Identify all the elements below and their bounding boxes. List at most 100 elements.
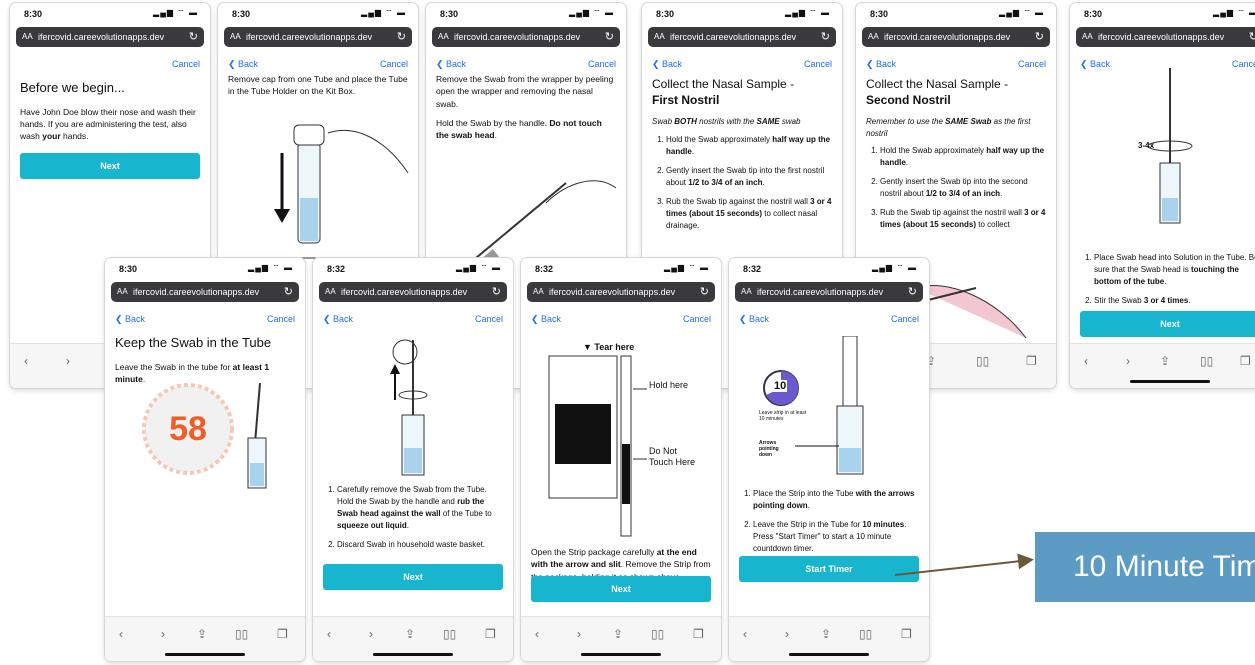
tabs-icon[interactable]: ❐ [693, 627, 704, 641]
steps-list: Carefully remove the Swab from the Tube.… [323, 484, 503, 551]
address-bar[interactable]: AA ifercovid.careevolutionapps.dev ↻ [319, 282, 507, 302]
back-icon[interactable]: ‹ [327, 627, 331, 641]
stir-illustration [1147, 68, 1193, 224]
timer-callout: 10 Minute Timer [1035, 532, 1255, 602]
tabs-icon[interactable]: ❐ [901, 627, 912, 641]
address-bar[interactable]: AA ifercovid.careevolutionapps.dev ↻ [648, 27, 836, 47]
back-link[interactable]: ❮ Back [228, 59, 258, 70]
bookmarks-icon[interactable]: ▯▯ [1200, 354, 1213, 368]
share-icon[interactable]: ⇪ [1160, 354, 1170, 368]
address-bar[interactable]: AA ifercovid.careevolutionapps.dev ↻ [527, 282, 715, 302]
screen-open-strip: 8:32 ▂▄▆ ⌔ ▬ AA ifercovid.careevolutionapp… [521, 258, 721, 661]
back-link[interactable]: ❮ Back [866, 59, 896, 70]
subtitle: Swab BOTH nostrils with the SAME swab [652, 117, 801, 127]
tube-illustration [247, 383, 267, 489]
screen-place-strip: 8:32 ▂▄▆ ⌔ ▬ AA ifercovid.careevolutionapp… [729, 258, 929, 661]
reload-icon[interactable]: ↻ [284, 285, 293, 298]
cancel-link[interactable]: Cancel [804, 59, 832, 69]
forward-icon[interactable]: › [161, 627, 165, 641]
forward-icon[interactable]: › [577, 627, 581, 641]
back-icon[interactable]: ‹ [1084, 354, 1088, 368]
address-bar[interactable]: AA ifercovid.careevolutionapps.dev ↻ [1076, 27, 1255, 47]
instructions: Have John Doe blow their nose and wash t… [20, 106, 196, 142]
start-timer-button[interactable]: Start Timer [739, 556, 919, 582]
back-link[interactable]: ❮ Back [652, 59, 682, 70]
address-bar[interactable]: AA ifercovid.careevolutionapps.dev ↻ [735, 282, 923, 302]
bookmarks-icon[interactable]: ▯▯ [443, 627, 456, 641]
home-indicator [1130, 380, 1210, 383]
page-title: Collect the Nasal Sample - Second Nostril [866, 77, 1009, 107]
back-icon[interactable]: ‹ [119, 627, 123, 641]
cancel-link[interactable]: Cancel [475, 314, 503, 324]
steps-list: Hold the Swab approximately half way up … [652, 134, 832, 232]
cancel-link[interactable]: Cancel [683, 314, 711, 324]
cancel-link[interactable]: Cancel [267, 314, 295, 324]
home-indicator [373, 653, 453, 656]
next-button[interactable]: Next [20, 152, 200, 179]
reload-icon[interactable]: ↻ [700, 285, 709, 298]
countdown-number: 58 [169, 410, 207, 448]
bookmarks-icon[interactable]: ▯▯ [235, 627, 248, 641]
bookmarks-icon[interactable]: ▯▯ [976, 354, 989, 368]
reload-icon[interactable]: ↻ [605, 30, 614, 43]
back-link[interactable]: ❮ Back [739, 314, 769, 325]
next-button[interactable]: Next [1080, 311, 1255, 337]
reload-icon[interactable]: ↻ [189, 30, 198, 43]
steps-list: Place Swab head into Solution in the Tub… [1080, 252, 1255, 307]
cancel-link[interactable]: Cancel [172, 59, 200, 69]
share-icon[interactable]: ⇪ [197, 627, 207, 641]
strip-in-tube-illustration [795, 336, 864, 475]
address-bar[interactable]: AA ifercovid.careevolutionapps.dev ↻ [111, 282, 299, 302]
next-button[interactable]: Next [323, 564, 503, 590]
instructions-1: Remove the Swab from the wrapper by peel… [436, 74, 614, 109]
reload-icon[interactable]: ↻ [492, 285, 501, 298]
squeeze-swab-illustration [390, 339, 428, 476]
reload-icon[interactable]: ↻ [397, 30, 406, 43]
screen-keep-swab: 8:30 ▂▄▆ ⌔ ▬ AA ifercovid.careevolutionapp… [105, 258, 305, 661]
next-button[interactable]: Next [531, 576, 711, 602]
back-icon[interactable]: ‹ [24, 354, 28, 368]
subtitle: Remember to use the SAME Swab as the fir… [866, 117, 1031, 138]
page-title: Keep the Swab in the Tube [115, 335, 272, 350]
tabs-icon[interactable]: ❐ [1240, 354, 1251, 368]
forward-icon[interactable]: › [785, 627, 789, 641]
back-icon[interactable]: ‹ [743, 627, 747, 641]
cancel-link[interactable]: Cancel [1018, 59, 1046, 69]
back-link[interactable]: ❮ Back [323, 314, 353, 325]
reload-icon[interactable]: ↻ [1249, 30, 1255, 43]
reload-icon[interactable]: ↻ [821, 30, 830, 43]
back-link[interactable]: ❮ Back [531, 314, 561, 325]
steps-list: Place the Strip into the Tube with the a… [739, 488, 919, 555]
address-bar[interactable]: AA ifercovid.careevolutionapps.dev ↻ [224, 27, 412, 47]
bookmarks-icon[interactable]: ▯▯ [859, 627, 872, 641]
hold-here-label: Hold here [649, 380, 689, 390]
screen-stir-swab: 8:30 ▂▄▆ ⌔ ▬ AA ifercovid.careevolutionapp… [1070, 3, 1255, 388]
cancel-link[interactable]: Cancel [891, 314, 919, 324]
back-icon[interactable]: ‹ [535, 627, 539, 641]
address-bar[interactable]: AA ifercovid.careevolutionapps.dev ↻ [432, 27, 620, 47]
bookmarks-icon[interactable]: ▯▯ [651, 627, 664, 641]
cancel-link[interactable]: Cancel [380, 59, 408, 69]
tear-here-label: ▼ Tear here [583, 342, 635, 352]
forward-icon[interactable]: › [369, 627, 373, 641]
address-bar[interactable]: AA ifercovid.careevolutionapps.dev ↻ [16, 27, 204, 47]
share-icon[interactable]: ⇪ [613, 627, 623, 641]
back-link[interactable]: ❮ Back [436, 59, 466, 70]
screen-remove-swab-from-tube: 8:32 ▂▄▆ ⌔ ▬ AA ifercovid.careevolutionapp… [313, 258, 513, 661]
share-icon[interactable]: ⇪ [405, 627, 415, 641]
instructions: Remove cap from one Tube and place the T… [228, 74, 408, 97]
forward-icon[interactable]: › [66, 354, 70, 368]
home-indicator [789, 653, 869, 656]
share-icon[interactable]: ⇪ [821, 627, 831, 641]
page-title: Collect the Nasal Sample - First Nostril [652, 77, 795, 107]
tabs-icon[interactable]: ❐ [485, 627, 496, 641]
address-bar[interactable]: AA ifercovid.careevolutionapps.dev ↻ [862, 27, 1050, 47]
tabs-icon[interactable]: ❐ [277, 627, 288, 641]
back-link[interactable]: ❮ Back [115, 314, 145, 325]
reload-icon[interactable]: ↻ [908, 285, 917, 298]
cancel-link[interactable]: Cancel [588, 59, 616, 69]
forward-icon[interactable]: › [1126, 354, 1130, 368]
page-title: Before we begin... [20, 80, 125, 95]
tabs-icon[interactable]: ❐ [1026, 354, 1037, 368]
reload-icon[interactable]: ↻ [1035, 30, 1044, 43]
